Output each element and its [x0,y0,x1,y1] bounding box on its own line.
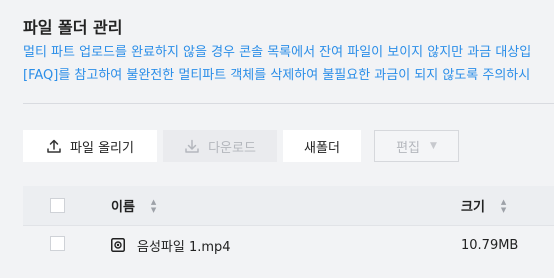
sort-icon[interactable]: ▲ ▼ [151,198,156,214]
notice-line-2[interactable]: [FAQ]를 참고하여 불완전한 멀티파트 객체를 삭제하여 불필요한 과금이 … [23,64,531,87]
name-column-label: 이름 [111,200,135,215]
size-column-header[interactable]: 크기 ▲ ▼ [461,186,506,225]
audio-file-icon [111,238,125,252]
file-size: 10.79MB [461,237,519,253]
edit-label: 편집 [396,140,420,156]
file-table: 이름 ▲ ▼ 크기 ▲ ▼ 음성파일 1.mp4 10.79MB [23,186,554,264]
notice-line-1: 멀티 파트 업로드를 완료하지 않을 경우 콘솔 목록에서 잔여 파일이 보이지… [23,45,532,60]
upload-file-button[interactable]: 파일 올리기 [23,130,157,162]
file-name: 음성파일 1.mp4 [137,239,231,255]
upload-file-label: 파일 올리기 [70,140,134,156]
download-icon [184,138,200,154]
name-column-header[interactable]: 이름 ▲ ▼ [111,186,156,225]
new-folder-label: 새폴더 [304,140,340,156]
page-title: 파일 폴더 관리 [23,18,123,37]
file-size-cell: 10.79MB [461,226,518,264]
notice-text: 멀티 파트 업로드를 완료하지 않을 경우 콘솔 목록에서 잔여 파일이 보이지… [23,41,531,87]
caret-down-icon: ▼ [430,141,437,151]
section-divider [23,103,554,104]
row-checkbox[interactable] [50,236,65,251]
table-header: 이름 ▲ ▼ 크기 ▲ ▼ [23,186,554,226]
file-name-cell[interactable]: 음성파일 1.mp4 [111,226,231,264]
download-button[interactable]: 다운로드 [163,130,277,162]
upload-icon [46,138,62,154]
new-folder-button[interactable]: 새폴더 [283,130,361,162]
edit-dropdown[interactable]: 편집 ▼ [374,130,459,162]
select-all-checkbox[interactable] [50,198,65,213]
size-column-label: 크기 [461,200,485,215]
sort-icon[interactable]: ▲ ▼ [501,198,506,214]
download-label: 다운로드 [208,140,256,156]
table-row[interactable]: 음성파일 1.mp4 10.79MB [23,226,554,264]
